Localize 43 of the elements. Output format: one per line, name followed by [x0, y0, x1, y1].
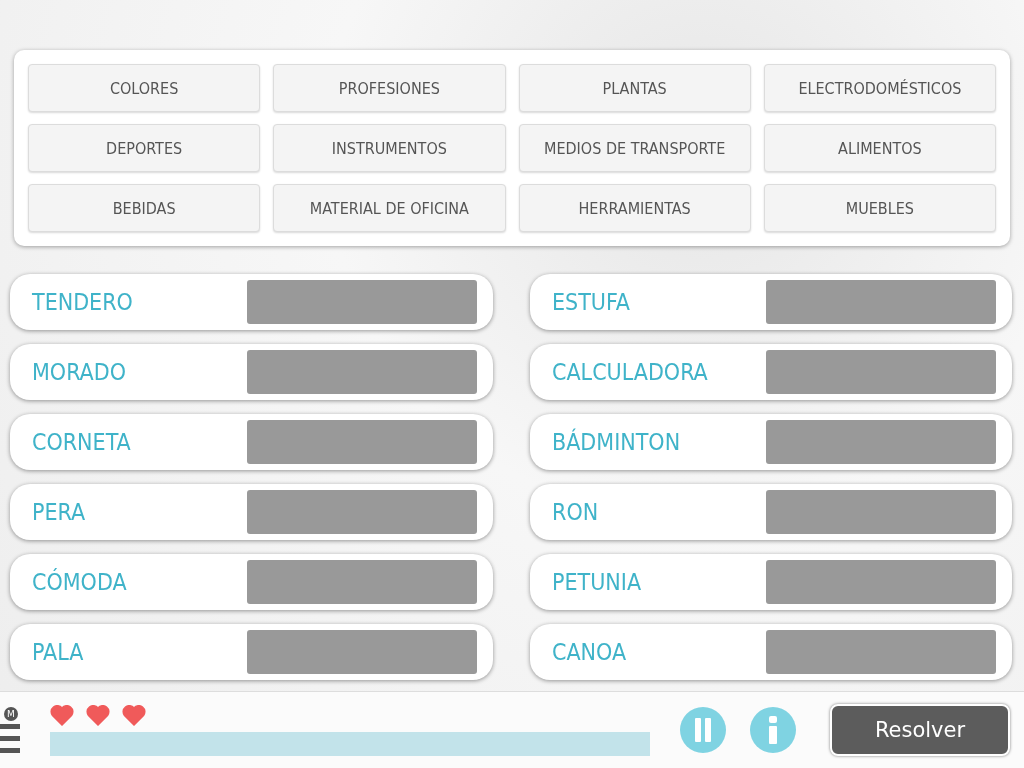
- word-label: RON: [552, 499, 599, 525]
- drop-slot[interactable]: [247, 490, 477, 534]
- pause-icon: [694, 718, 712, 742]
- category-button[interactable]: ALIMENTOS: [763, 124, 996, 172]
- drop-slot[interactable]: [766, 280, 996, 324]
- drop-slot[interactable]: [766, 350, 996, 394]
- menu-icon[interactable]: [0, 724, 20, 753]
- word-label: MORADO: [32, 359, 126, 385]
- menu-badge: M: [4, 707, 18, 721]
- word-label: CALCULADORA: [552, 359, 708, 385]
- category-button[interactable]: INSTRUMENTOS: [273, 124, 506, 172]
- drop-slot[interactable]: [766, 490, 996, 534]
- category-button[interactable]: ELECTRODOMÉSTICOS: [763, 64, 996, 112]
- info-button[interactable]: [750, 707, 796, 753]
- info-icon: [768, 716, 778, 744]
- category-button[interactable]: PROFESIONES: [273, 64, 506, 112]
- word-label: CANOA: [552, 639, 627, 665]
- drop-slot[interactable]: [766, 420, 996, 464]
- drop-slot[interactable]: [247, 280, 477, 324]
- category-button[interactable]: MATERIAL DE OFICINA: [273, 184, 506, 232]
- category-button[interactable]: BEBIDAS: [28, 184, 261, 232]
- category-button[interactable]: COLORES: [28, 64, 261, 112]
- word-label: CÓMODA: [32, 569, 127, 595]
- drop-slot[interactable]: [766, 630, 996, 674]
- drop-slot[interactable]: [247, 420, 477, 464]
- drop-slot[interactable]: [247, 350, 477, 394]
- word-label: CORNETA: [32, 429, 131, 455]
- drop-slot[interactable]: [247, 560, 477, 604]
- word-label: BÁDMINTON: [552, 429, 681, 455]
- category-button[interactable]: PLANTAS: [518, 64, 751, 112]
- word-label: PERA: [32, 499, 86, 525]
- word-label: PETUNIA: [552, 569, 642, 595]
- category-button[interactable]: DEPORTES: [28, 124, 261, 172]
- word-label: PALA: [32, 639, 84, 665]
- category-button[interactable]: HERRAMIENTAS: [518, 184, 751, 232]
- drop-slot[interactable]: [766, 560, 996, 604]
- category-button[interactable]: MUEBLES: [763, 184, 996, 232]
- pause-button[interactable]: [680, 707, 726, 753]
- drop-slot[interactable]: [247, 630, 477, 674]
- solve-button[interactable]: Resolver: [830, 704, 1010, 756]
- word-label: TENDERO: [32, 289, 133, 315]
- word-label: ESTUFA: [552, 289, 630, 315]
- category-button[interactable]: MEDIOS DE TRANSPORTE: [518, 124, 751, 172]
